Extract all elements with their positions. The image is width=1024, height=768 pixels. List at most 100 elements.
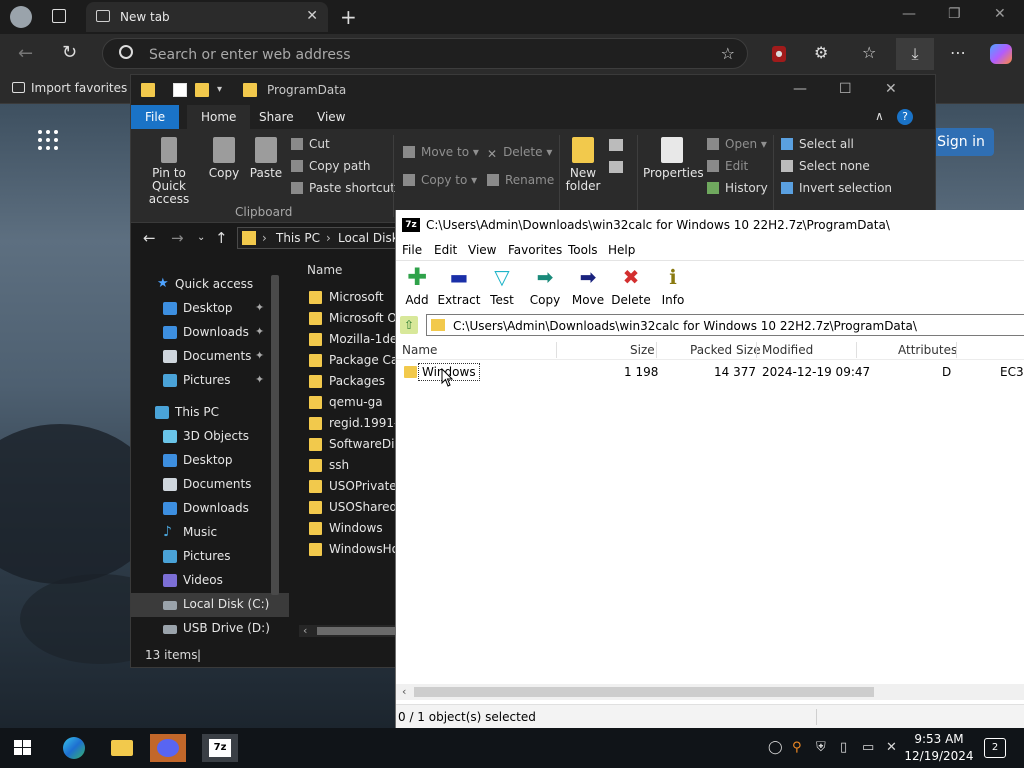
nav-this-pc[interactable]: This PC (131, 401, 289, 425)
restore-icon[interactable]: ❐ (948, 6, 961, 22)
nav-music[interactable]: ♪ Music (131, 521, 289, 545)
ublock-icon[interactable]: ● (772, 46, 786, 62)
collapse-ribbon-icon[interactable]: ∧ (875, 109, 884, 123)
copilot-icon[interactable] (990, 44, 1012, 64)
maximize-icon[interactable]: ☐ (839, 81, 852, 97)
properties-button[interactable]: Properties (643, 137, 704, 180)
extensions-icon[interactable]: ⚙ (814, 43, 828, 62)
nav-documents-pc[interactable]: Documents (131, 473, 289, 497)
invert-selection-button[interactable]: Invert selection (781, 181, 892, 195)
up-icon[interactable]: ↑ (215, 229, 228, 247)
column-header-name[interactable]: Name (402, 343, 437, 357)
breadcrumb-local-disk[interactable]: Local Disk (338, 231, 399, 245)
paste-shortcut-button[interactable]: Paste shortcut (291, 181, 395, 195)
tab-new-tab[interactable]: New tab ✕ (86, 2, 328, 32)
app-taskbar-icon[interactable] (150, 734, 186, 762)
sign-in-button[interactable]: Sign in (928, 128, 994, 156)
move-to-button[interactable]: Move to ▾ (403, 145, 479, 159)
pin-to-quick-access-button[interactable]: Pin to Quick access (137, 137, 201, 206)
notifications-icon[interactable]: 2 (984, 738, 1006, 758)
column-separator[interactable] (956, 342, 957, 358)
nav-desktop-pc[interactable]: Desktop (131, 449, 289, 473)
breadcrumb-this-pc[interactable]: This PC (276, 231, 320, 245)
menu-edit[interactable]: Edit (434, 243, 457, 257)
nav-quick-access[interactable]: ★ Quick access (131, 273, 289, 297)
history-button[interactable]: History (707, 181, 768, 195)
nav-local-disk[interactable]: Local Disk (C:) (131, 593, 289, 617)
customize-toolbar-icon[interactable]: ▾ (217, 84, 231, 98)
nav-downloads-pc[interactable]: Downloads (131, 497, 289, 521)
new-folder-icon[interactable] (195, 83, 209, 97)
scrollbar-thumb[interactable] (414, 687, 874, 697)
volume-muted-icon[interactable]: ✕ (886, 740, 897, 755)
tab-actions-icon[interactable] (52, 9, 66, 23)
security-shield-icon[interactable]: ⛨ (816, 740, 826, 755)
tab-file[interactable]: File (131, 105, 180, 129)
nav-videos[interactable]: Videos (131, 569, 289, 593)
table-row[interactable]: Windows 1 198 14 377 2024-12-19 09:47 D … (396, 362, 1024, 382)
new-item-icon[interactable] (609, 139, 623, 151)
column-separator[interactable] (756, 342, 757, 358)
column-separator[interactable] (556, 342, 557, 358)
column-header-attributes[interactable]: Attributes (898, 343, 957, 357)
new-folder-button[interactable]: New folder (563, 137, 603, 193)
tab-view[interactable]: View (303, 105, 359, 129)
edit-button[interactable]: Edit (707, 159, 748, 173)
close-icon[interactable]: ✕ (885, 81, 897, 97)
scroll-left-icon[interactable]: ‹ (402, 685, 406, 698)
copy-button[interactable]: Copy (207, 137, 241, 180)
column-header-size[interactable]: Size (630, 343, 655, 357)
7zip-hscrollbar[interactable]: ‹ (396, 684, 1024, 700)
paste-button[interactable]: Paste (249, 137, 283, 180)
favorite-star-icon[interactable]: ☆ (721, 44, 735, 63)
new-tab-button[interactable]: + (340, 5, 357, 29)
menu-view[interactable]: View (468, 243, 496, 257)
7zip-taskbar-icon[interactable]: 7z (202, 734, 238, 762)
profile-icon[interactable] (10, 6, 32, 28)
tab-share[interactable]: Share (245, 105, 308, 129)
back-icon[interactable]: ← (18, 43, 33, 64)
nav-desktop[interactable]: Desktop ✦ (131, 297, 289, 321)
column-separator[interactable] (656, 342, 657, 358)
select-all-button[interactable]: Select all (781, 137, 854, 151)
taskbar-clock[interactable]: 9:53 AM 12/19/2024 (904, 731, 974, 765)
close-tab-icon[interactable]: ✕ (306, 8, 318, 24)
column-separator[interactable] (856, 342, 857, 358)
nav-3d-objects[interactable]: 3D Objects (131, 425, 289, 449)
more-menu-icon[interactable]: ⋯ (950, 43, 966, 62)
info-button[interactable]: ℹ Info (648, 265, 698, 307)
copy-to-button[interactable]: Copy to ▾ (403, 173, 477, 187)
menu-file[interactable]: File (402, 243, 422, 257)
search-tray-icon[interactable]: ⚲ (792, 740, 802, 755)
nav-downloads[interactable]: Downloads ✦ (131, 321, 289, 345)
menu-help[interactable]: Help (608, 243, 635, 257)
minimize-icon[interactable]: — (793, 81, 807, 97)
edge-taskbar-icon[interactable] (56, 734, 92, 762)
tab-home[interactable]: Home (187, 105, 251, 129)
favorites-icon[interactable]: ☆ (862, 43, 876, 62)
refresh-icon[interactable]: ↻ (62, 42, 77, 63)
back-icon[interactable]: ← (143, 229, 156, 247)
easy-access-icon[interactable] (609, 161, 623, 173)
battery-icon[interactable]: ▯ (840, 740, 847, 755)
forward-icon[interactable]: → (171, 229, 184, 247)
menu-tools[interactable]: Tools (568, 243, 598, 257)
cut-button[interactable]: Cut (291, 137, 330, 151)
windows-start-icon[interactable] (14, 740, 32, 756)
close-window-icon[interactable]: ✕ (994, 6, 1006, 22)
column-header-name[interactable]: Name (307, 263, 342, 277)
address-bar[interactable]: Search or enter web address ☆ (102, 38, 748, 69)
folder-up-icon[interactable]: ⇧ (400, 316, 418, 334)
column-header-packed-size[interactable]: Packed Size (690, 343, 761, 357)
nav-pictures[interactable]: Pictures ✦ (131, 369, 289, 393)
scrollbar-thumb[interactable] (317, 627, 407, 635)
delete-button[interactable]: ✕ Delete ▾ (487, 145, 552, 161)
help-icon[interactable]: ? (897, 109, 913, 125)
nav-pictures-pc[interactable]: Pictures (131, 545, 289, 569)
7zip-path-input[interactable]: C:\Users\Admin\Downloads\win32calc for W… (426, 314, 1024, 336)
network-icon[interactable]: ▭ (862, 740, 874, 755)
select-none-button[interactable]: Select none (781, 159, 870, 173)
open-button[interactable]: Open ▾ (707, 137, 767, 151)
apps-grid-icon[interactable] (38, 130, 60, 152)
minimize-icon[interactable]: — (902, 6, 916, 22)
